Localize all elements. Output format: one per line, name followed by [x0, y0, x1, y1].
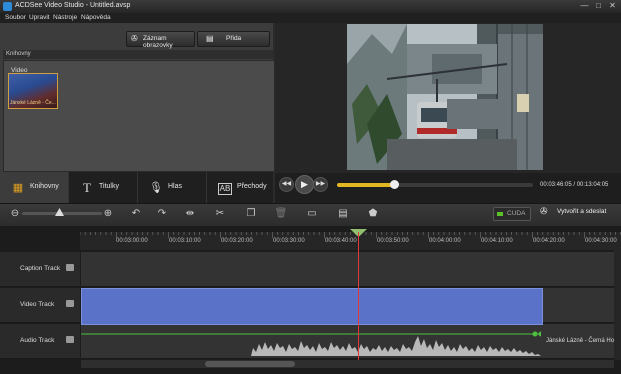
- tab-transitions-label: Přechody: [237, 183, 267, 190]
- timeline-horizontal-scrollbar[interactable]: [81, 360, 614, 368]
- previous-frame-button[interactable]: ◀◀: [279, 177, 294, 192]
- video-track-header[interactable]: Video Track: [0, 288, 80, 323]
- record-screen-button[interactable]: ✇ Záznam obrazovky: [126, 31, 195, 49]
- lock-icon[interactable]: [66, 336, 74, 343]
- ruler-label: 00:04:10:00: [481, 238, 513, 244]
- play-button[interactable]: ▶: [295, 175, 314, 194]
- copy-icon[interactable]: ❐: [244, 207, 258, 221]
- add-media-button[interactable]: ▤ Přida: [197, 31, 270, 47]
- zoom-out-icon[interactable]: ⊖: [8, 207, 22, 221]
- ruler-label: 00:03:40:00: [325, 238, 357, 244]
- zoom-in-icon[interactable]: ⊕: [101, 207, 115, 221]
- app-icon: [3, 2, 12, 11]
- panel-tabs: ▦ Knihovny T Titulky 🎙 Hlas AB Přechody: [0, 172, 273, 203]
- split-icon[interactable]: ⇹: [183, 207, 197, 221]
- redo-icon[interactable]: ↷: [155, 207, 169, 221]
- record-screen-label: Záznam obrazovky: [143, 35, 173, 49]
- ruler-label: 00:04:20:00: [533, 238, 565, 244]
- film-reel-icon: ✇: [131, 34, 138, 43]
- cuda-toggle[interactable]: CUDA: [493, 207, 531, 221]
- lock-icon[interactable]: [66, 300, 74, 307]
- timeline-vertical-scrollbar[interactable]: [614, 250, 621, 360]
- caption-track-lane[interactable]: [81, 252, 614, 287]
- tab-libraries[interactable]: ▦ Knihovny: [0, 172, 69, 203]
- audio-clip-label: Jánské Lázně - Černá Ho: [546, 338, 615, 344]
- ruler-label: 00:04:00:00: [429, 238, 461, 244]
- cut-icon[interactable]: ✂: [213, 207, 227, 221]
- export-label: Vytvořit a sdeslat: [557, 208, 607, 215]
- media-thumbnail[interactable]: Jánské Lázně - Če...: [8, 73, 58, 109]
- menu-bar: Soubor Upravit Nástroje Nápověda: [0, 13, 621, 23]
- playback-progress-fill: [337, 183, 394, 187]
- caption-track-label: Caption Track: [20, 265, 61, 272]
- video-track-label: Video Track: [20, 301, 55, 308]
- audio-track-header[interactable]: Audio Track: [0, 324, 80, 359]
- ruler-label: 00:03:50:00: [377, 238, 409, 244]
- video-clip[interactable]: [81, 288, 543, 325]
- audio-waveform[interactable]: [81, 330, 541, 356]
- minimize-icon[interactable]: —: [578, 1, 591, 11]
- export-button[interactable]: ✇ Vytvořit a sdeslat: [540, 206, 620, 220]
- add-media-label: Přida: [226, 35, 242, 42]
- cuda-label: CUDA: [507, 210, 526, 217]
- undo-icon[interactable]: ↶: [129, 207, 143, 221]
- delete-icon[interactable]: 🗑: [274, 207, 288, 221]
- menu-edit[interactable]: Upravit: [29, 14, 50, 21]
- menu-file[interactable]: Soubor: [5, 14, 26, 21]
- add-media-icon: ▤: [206, 34, 214, 43]
- title-bar: ACDSee Video Studio - Untitled.avsp — □ …: [0, 0, 621, 13]
- media-thumbnail-caption: Jánské Lázně - Če...: [10, 100, 56, 106]
- caption-track-header[interactable]: Caption Track: [0, 252, 80, 287]
- ruler-label: 00:03:00:00: [116, 238, 148, 244]
- tab-transitions[interactable]: AB Přechody: [207, 172, 275, 203]
- playback-progress-handle[interactable]: [390, 180, 399, 189]
- ruler-label: 00:03:30:00: [273, 238, 305, 244]
- film-reel-icon: ✇: [540, 206, 548, 216]
- cuda-led-icon: [497, 212, 503, 216]
- time-readout: 00:03:46:05 / 00:13:04:05: [540, 182, 609, 188]
- close-icon[interactable]: ✕: [606, 1, 619, 11]
- library-header: Knihovny: [3, 50, 273, 59]
- ruler-label: 00:03:10:00: [169, 238, 201, 244]
- ruler-label: 00:04:30:00: [585, 238, 617, 244]
- titles-icon: T: [83, 180, 91, 195]
- comment-icon[interactable]: ▤: [336, 207, 350, 221]
- transitions-icon: AB: [218, 183, 232, 195]
- microphone-icon: 🎙: [149, 182, 163, 194]
- caption-icon[interactable]: ▭: [305, 207, 319, 221]
- library-icon: ▦: [12, 182, 24, 194]
- marker-icon[interactable]: ⬟: [366, 207, 380, 221]
- next-frame-button[interactable]: ▶▶: [313, 177, 328, 192]
- tab-libraries-label: Knihovny: [30, 183, 59, 190]
- tab-voice-label: Hlas: [168, 183, 183, 190]
- video-preview[interactable]: [347, 24, 543, 170]
- ruler-label: 00:03:20:00: [221, 238, 253, 244]
- playhead[interactable]: [358, 232, 359, 360]
- maximize-icon[interactable]: □: [592, 1, 605, 11]
- tab-voice[interactable]: 🎙 Hlas: [138, 172, 207, 203]
- menu-tools[interactable]: Nástroje: [53, 14, 77, 21]
- menu-help[interactable]: Nápověda: [81, 14, 111, 21]
- audio-track-label: Audio Track: [20, 337, 55, 344]
- tab-titles[interactable]: T Titulky: [69, 172, 138, 203]
- preview-frame-image: [347, 24, 543, 170]
- tab-titles-label: Titulky: [99, 183, 119, 190]
- lock-icon[interactable]: [66, 264, 74, 271]
- library-header-label: Knihovny: [6, 51, 31, 57]
- window-title: ACDSee Video Studio - Untitled.avsp: [15, 2, 131, 9]
- timeline-scroll-thumb[interactable]: [205, 361, 295, 367]
